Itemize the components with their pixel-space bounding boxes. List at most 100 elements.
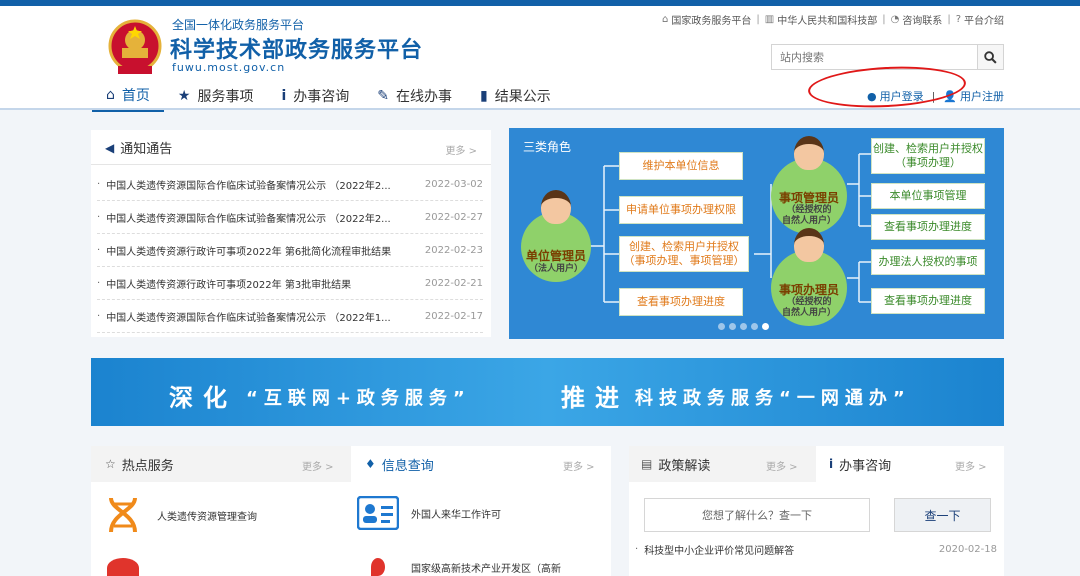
service-item-label: 人类遗传资源管理查询	[157, 511, 257, 523]
services-panel: ☆ 热点服务 更多 > ♦ 信息查询 更多 > 人类遗传资源管理查询 外国人来华工作…	[91, 446, 611, 576]
header-divider	[0, 108, 1080, 110]
service-item[interactable]: 人类遗传资源管理查询	[107, 496, 257, 534]
carousel-dot[interactable]	[740, 323, 747, 330]
notice-panel: ◀ 通知通告 更多 > · 中国人类遗传资源国际合作临床试验备案情况公示 （2022…	[91, 130, 491, 337]
role-box: 查看事项办理进度	[619, 288, 743, 316]
pencil-icon: ✎	[377, 88, 389, 104]
toplink-national-portal[interactable]: 国家政务服务平台	[671, 12, 751, 27]
nav-label: 在线办事	[396, 89, 452, 105]
matter-admin-sub: 自然人用户）	[781, 215, 836, 226]
tab-policy-interpretation[interactable]: ▤ 政策解读	[641, 446, 710, 482]
tab-label: 办事咨询	[839, 458, 892, 474]
tab-label: 热点服务	[121, 458, 174, 474]
person-head	[794, 136, 824, 170]
site-subtitle: 全国一体化政务服务平台	[172, 18, 305, 32]
tab-hot-services[interactable]: ☆ 热点服务	[105, 446, 174, 482]
carousel-pagination	[718, 323, 769, 330]
star-icon: ★	[177, 88, 191, 104]
bullet: ·	[97, 178, 101, 190]
matter-admin-name: 事项管理员	[778, 190, 839, 205]
consult-question-input[interactable]: 您想了解什么？查一下	[644, 498, 870, 532]
bullet: ·	[97, 211, 101, 223]
service-item-partial[interactable]	[107, 558, 139, 576]
carousel-dot[interactable]	[751, 323, 758, 330]
divider: |	[947, 14, 951, 25]
help-icon: ?	[955, 14, 961, 25]
role-box: 办理法人授权的事项	[871, 249, 985, 275]
location-pin-icon	[371, 558, 385, 576]
toplink-intro[interactable]: 平台介绍	[964, 12, 1004, 27]
search-button[interactable]	[977, 45, 1003, 69]
site-domain: fuwu.most.gov.cn	[172, 61, 286, 74]
notice-item-date: 2022-02-21	[424, 277, 483, 289]
banner-text: 深化	[169, 384, 237, 412]
notice-item-title: 中国人类遗传资源国际合作临床试验备案情况公示 （2022年2...	[106, 213, 391, 225]
consult-search-button[interactable]: 查一下	[894, 498, 991, 532]
tab-info-query[interactable]: ♦ 信息查询	[365, 446, 434, 482]
bullet: ·	[97, 244, 101, 256]
divider	[91, 164, 491, 165]
consult-item-date: 2020-02-18	[938, 544, 997, 555]
notice-title-label: 通知通告	[120, 142, 173, 157]
role-box: 申请单位事项办理权限	[619, 196, 743, 224]
bullet: ·	[97, 277, 101, 289]
roles-heading: 三类角色	[523, 140, 572, 154]
matter-admin-sub: （经授权的	[786, 205, 832, 216]
nav-label: 办事咨询	[293, 89, 350, 105]
matter-handler-sub: 自然人用户）	[781, 307, 836, 318]
search-icon	[984, 50, 997, 64]
service-item-label: 外国人来华工作许可	[411, 509, 501, 521]
register-link[interactable]: 用户注册	[960, 88, 1004, 104]
bullet: ·	[635, 544, 639, 555]
matter-handler-name: 事项办理员	[778, 282, 839, 297]
notice-item-title: 中国人类遗传资源国际合作临床试验备案情况公示 （2022年1...	[106, 312, 391, 324]
tab-label: 政策解读	[658, 458, 711, 474]
notice-item-date: 2022-02-17	[424, 310, 483, 322]
role-box: 创建、检索用户并授权（事项办理）	[871, 138, 985, 174]
unit-admin-name: 单位管理员	[525, 248, 586, 263]
notice-item[interactable]: · 中国人类遗传资源国际合作临床试验备案情况公示 （2022年2... 2022-0…	[97, 201, 483, 234]
document-icon: ▤	[641, 457, 653, 471]
service-item[interactable]: 国家级高新技术产业开发区（高新	[357, 558, 561, 576]
carousel-dot[interactable]	[729, 323, 736, 330]
role-box: 维护本单位信息	[619, 152, 743, 180]
star-outline-icon: ☆	[105, 457, 116, 471]
info-query-more-link[interactable]: 更多 >	[563, 458, 595, 473]
notice-more-link[interactable]: 更多 >	[445, 142, 477, 157]
person-head	[794, 228, 824, 262]
unit-admin-sub: （法人用户）	[528, 263, 583, 274]
banner-text: 科技政务服务“一网通办”	[635, 388, 911, 409]
toplink-most[interactable]: 中华人民共和国科技部	[777, 12, 877, 27]
nav-label: 服务事项	[197, 89, 254, 105]
policy-more-link[interactable]: 更多 >	[766, 458, 798, 473]
notice-item[interactable]: · 中国人类遗传资源国际合作临床试验备案情况公示 （2022年1... 2022-0…	[97, 300, 483, 333]
carousel-dot[interactable]	[718, 323, 725, 330]
home-icon: ⌂	[106, 86, 115, 103]
roles-carousel[interactable]: 三类角色 单位管理员 （法人用户） 维护本单位信息 申请单位事项办理权限 创建、…	[509, 128, 1004, 339]
consult-more-link[interactable]: 更多 >	[955, 458, 987, 473]
divider: |	[882, 14, 886, 25]
unit-admin-avatar: 单位管理员 （法人用户）	[521, 190, 591, 282]
toplink-contact[interactable]: 咨询联系	[902, 12, 942, 27]
carousel-dot[interactable]	[762, 323, 769, 330]
info-icon: i	[829, 457, 834, 471]
chat-icon: ◔	[890, 14, 900, 25]
service-item[interactable]: 外国人来华工作许可	[357, 496, 501, 530]
search-input[interactable]	[772, 45, 977, 69]
notice-item-date: 2022-03-02	[424, 178, 483, 190]
notice-item-date: 2022-02-27	[424, 211, 483, 223]
notice-item[interactable]: · 中国人类遗传资源行政许可事项2022年 第3批审批结果 2022-02-21	[97, 267, 483, 300]
tab-consult[interactable]: i 办事咨询	[829, 446, 891, 482]
hot-services-more-link[interactable]: 更多 >	[302, 458, 334, 473]
matter-handler-avatar: 事项办理员 （经授权的 自然人用户）	[771, 228, 847, 326]
person-head	[541, 190, 571, 224]
consult-item[interactable]: · 科技型中小企业评价常见问题解答 2020-02-18	[635, 542, 997, 557]
notice-item[interactable]: · 中国人类遗传资源国际合作临床试验备案情况公示 （2022年2... 2022-0…	[97, 168, 483, 201]
bullet: ·	[97, 310, 101, 322]
slogan-banner[interactable]: 深化 “互联网+政务服务” 推进 科技政务服务“一网通办”	[91, 358, 1004, 426]
notice-item-title: 中国人类遗传资源国际合作临床试验备案情况公示 （2022年2...	[106, 180, 391, 192]
notice-title: ◀ 通知通告	[105, 138, 173, 158]
home-icon: ⌂	[662, 14, 669, 25]
notice-item[interactable]: · 中国人类遗传资源行政许可事项2022年 第6批简化流程审批结果 2022-02-…	[97, 234, 483, 267]
notice-item-date: 2022-02-23	[424, 244, 483, 256]
